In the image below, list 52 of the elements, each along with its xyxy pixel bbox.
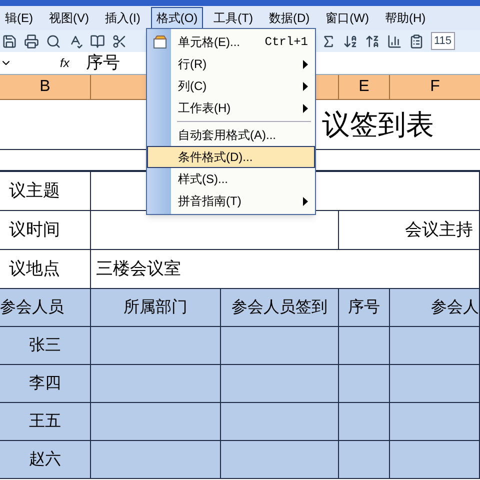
column-heading: 参会人员 [0,298,64,318]
submenu-arrow-icon [303,104,308,112]
column-header[interactable]: E [358,75,370,99]
sort-ascending-icon[interactable] [343,34,358,48]
sheet-title: 议签到表 [322,108,434,142]
cell-format-icon [153,35,168,49]
scissors-icon[interactable] [112,34,127,48]
menu-item[interactable]: 窗口(W) [320,7,374,29]
field-label: 议地点 [9,258,60,280]
menu-item[interactable]: 列(C) [147,75,315,97]
submenu-arrow-icon [303,196,308,206]
column-heading: 参会人 [431,298,479,318]
menu-item[interactable]: 行(R) [147,53,315,75]
menu-item[interactable]: 插入(I) [100,7,146,29]
menu-item[interactable]: 工具(T) [208,7,258,29]
column-heading: 序号 [348,298,380,318]
column-header[interactable]: B [40,75,50,99]
menu-item[interactable]: 帮助(H) [380,7,431,29]
spellcheck-icon[interactable] [68,34,83,48]
column-heading: 所属部门 [124,298,188,318]
book-icon[interactable] [90,34,105,48]
menu-item[interactable]: 格式(O) [151,7,203,29]
submenu-arrow-icon [303,82,308,90]
menu-item[interactable]: 拼音指南(T) [147,190,315,212]
sort-descending-icon[interactable] [365,34,380,48]
menu-item[interactable]: 视图(V) [44,7,94,29]
formula-field[interactable]: 序号 [86,50,120,76]
submenu-arrow-icon [303,60,308,68]
field-value: 三楼会议室 [96,258,181,280]
menu-item[interactable]: 样式(S)... [147,168,315,190]
fx-label: fx [60,55,70,72]
menu-item[interactable]: 自动套用格式(A)... [147,124,315,146]
chart-icon[interactable] [387,34,402,48]
zoom-field[interactable]: 115 [431,32,455,50]
field-label: 议主题 [9,180,60,202]
field-label: 议时间 [9,219,60,242]
field-label: 会议主持 [405,219,473,242]
preview-icon[interactable] [46,34,61,48]
clipboard-icon[interactable] [409,34,424,48]
shortcut-label: Ctrl+1 [264,34,308,51]
sum-icon[interactable] [321,34,336,48]
column-header[interactable]: F [430,75,440,99]
menu-item[interactable]: 工作表(H) [147,97,315,119]
menu-item[interactable]: 辑(E) [0,7,38,29]
table-cell: 赵六 [0,441,91,479]
menu-item[interactable]: 单元格(E)... Ctrl+1 [147,31,315,53]
printer-icon[interactable] [24,34,39,48]
menu-item[interactable]: 条件格式(D)... [147,146,315,168]
table-cell [339,441,390,479]
menu-item[interactable]: 数据(D) [264,7,315,29]
column-heading: 参会人员签到 [232,298,328,318]
save-icon[interactable] [2,34,17,48]
